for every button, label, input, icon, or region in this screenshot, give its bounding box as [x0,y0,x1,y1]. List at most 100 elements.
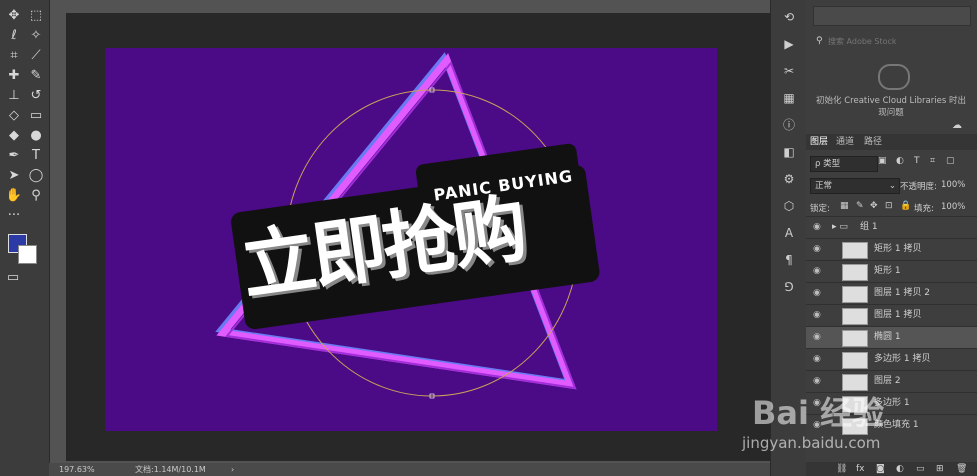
play-icon[interactable]: ▶ [780,35,798,53]
lock-pixels-icon[interactable]: ▦ [840,201,849,211]
filter-pixel-icon[interactable]: ▣ [878,156,887,166]
new-layer-icon[interactable]: ⊞ [936,462,944,476]
visibility-eye-icon[interactable]: ◉ [813,239,821,260]
lasso-tool-icon[interactable]: ℓ [4,26,24,46]
info-icon[interactable]: ⓘ [780,116,798,134]
zoom-tool-icon[interactable]: ⚲ [26,186,46,206]
layer-row[interactable]: ◉ 图层 1 拷贝 2 [806,282,977,304]
opacity-value[interactable]: 100% [941,180,965,190]
crop-tool-icon[interactable]: ⌗ [4,46,24,66]
quick-mask-icon[interactable]: ▭ [3,268,23,288]
layer-thumbnail [842,286,868,303]
lock-paint-icon[interactable]: ✎ [856,201,864,211]
fx-icon[interactable]: fx [856,462,865,476]
hand-tool-icon[interactable]: ✋ [4,186,24,206]
fill-value[interactable]: 100% [941,202,965,212]
pen-tool-icon[interactable]: ✒ [4,146,24,166]
layer-thumbnail [842,352,868,369]
layer-row[interactable]: ◉ ▸ ▭ 组 1 [806,216,977,238]
dodge-tool-icon[interactable]: ● [26,126,46,146]
visibility-eye-icon[interactable]: ◉ [813,261,821,282]
layers-footer: ⛓ fx ◙ ◐ ▭ ⊞ 🗑 [806,462,977,476]
layer-name: 多边形 1 拷贝 [874,354,931,364]
layer-name: 椭圆 1 [874,332,901,342]
brush-tool-icon[interactable]: ✎ [26,66,46,86]
chevron-down-icon: ⌄ [888,181,896,191]
layer-row[interactable]: ◉ 椭圆 1 [806,326,977,348]
layer-thumbnail [842,264,868,281]
visibility-eye-icon[interactable]: ◉ [813,349,821,370]
watermark-url: jingyan.baidu.com [742,434,881,452]
layer-row[interactable]: ◉ 矩形 1 [806,260,977,282]
zoom-level[interactable]: 197.63% [59,463,95,476]
folder-icon: ▸ ▭ [832,222,848,232]
eraser-icon[interactable]: ◇ [4,106,24,126]
ellipse-tool-icon[interactable]: ◯ [26,166,46,186]
path-select-icon[interactable]: ➤ [4,166,24,186]
search-icon: ⚲ [816,36,823,46]
gradient-tool-icon[interactable]: ▭ [26,106,46,126]
link-icon[interactable]: ⛓ [836,462,847,476]
background-color-swatch[interactable] [18,245,37,264]
layer-row[interactable]: ◉ 多边形 1 拷贝 [806,348,977,370]
blur-tool-icon[interactable]: ◆ [4,126,24,146]
cloud-sync-icon[interactable]: ☁ [952,120,962,131]
layer-name: 矩形 1 [874,266,901,276]
status-bar: 197.63% 文档:1.14M/10.1M › [49,463,770,476]
history-icon[interactable]: ⟲ [780,8,798,26]
tools-preset-icon[interactable]: ✂ [780,62,798,80]
tab-paths[interactable]: 路径 [864,134,882,150]
type-tool-icon[interactable]: T [26,146,46,166]
layer-row[interactable]: ◉ 矩形 1 拷贝 [806,238,977,260]
eyedropper-icon[interactable]: ⟋ [26,46,46,66]
status-arrow-icon[interactable]: › [231,463,234,476]
watermark-brand: Bai 经验 [752,394,885,432]
tab-layers[interactable]: 图层 [810,134,828,150]
grid-icon[interactable]: ▦ [780,89,798,107]
document-size: 文档:1.14M/10.1M [135,465,206,474]
layer-thumbnail [842,308,868,325]
paragraph-icon[interactable]: ¶ [780,251,798,269]
layer-name: 矩形 1 拷贝 [874,244,922,254]
tab-channels[interactable]: 通道 [836,134,854,150]
move-tool-icon[interactable]: ✥ [4,6,24,26]
magic-wand-icon[interactable]: ✧ [26,26,46,46]
visibility-eye-icon[interactable]: ◉ [813,327,821,348]
fill-label: 填充: [914,204,934,214]
layers-icon[interactable]: ◧ [780,143,798,161]
visibility-eye-icon[interactable]: ◉ [813,283,821,304]
layer-row[interactable]: ◉ 图层 1 拷贝 [806,304,977,326]
more-tools-icon[interactable]: ··· [4,206,24,226]
filter-adjust-icon[interactable]: ◐ [896,156,904,166]
library-error-message: 初始化 Creative Cloud Libraries 时出现问题 [816,96,966,118]
folder-icon[interactable]: ▭ [916,462,925,476]
document-canvas[interactable]: 立即抢购 PANIC BUYING [105,48,717,431]
lock-position-icon[interactable]: ✥ [870,201,878,211]
trash-icon[interactable]: 🗑 [956,462,967,476]
visibility-eye-icon[interactable]: ◉ [813,217,821,238]
filter-smart-icon[interactable]: ▢ [946,156,955,166]
lock-artboard-icon[interactable]: ⊡ [885,201,893,211]
stamp-tool-icon[interactable]: ⊥ [4,86,24,106]
healing-brush-icon[interactable]: ✚ [4,66,24,86]
layer-filter-select[interactable]: ρ 类型 [810,156,878,172]
cube-icon[interactable]: ⬡ [780,197,798,215]
lock-label: 锁定: [810,204,830,214]
visibility-eye-icon[interactable]: ◉ [813,305,821,326]
history-brush-icon[interactable]: ↺ [26,86,46,106]
library-dropdown[interactable] [813,6,971,26]
character-icon[interactable]: A [780,224,798,242]
mask-icon[interactable]: ◙ [876,462,885,476]
filter-type-icon[interactable]: T [914,156,920,166]
lock-all-icon[interactable]: 🔒 [900,201,911,211]
blend-mode-value: 正常 [815,181,833,191]
stock-search-input[interactable] [826,32,970,50]
adjustment-icon[interactable]: ◐ [896,462,904,476]
marquee-tool-icon[interactable]: ⬚ [26,6,46,26]
layer-name: 图层 1 拷贝 2 [874,288,931,298]
blend-mode-select[interactable]: 正常 ⌄ [810,178,900,194]
layer-thumbnail [842,242,868,259]
filter-shape-icon[interactable]: ⌗ [930,156,935,166]
glyph-icon[interactable]: ⅁ [780,278,798,296]
adjust-icon[interactable]: ⚙ [780,170,798,188]
